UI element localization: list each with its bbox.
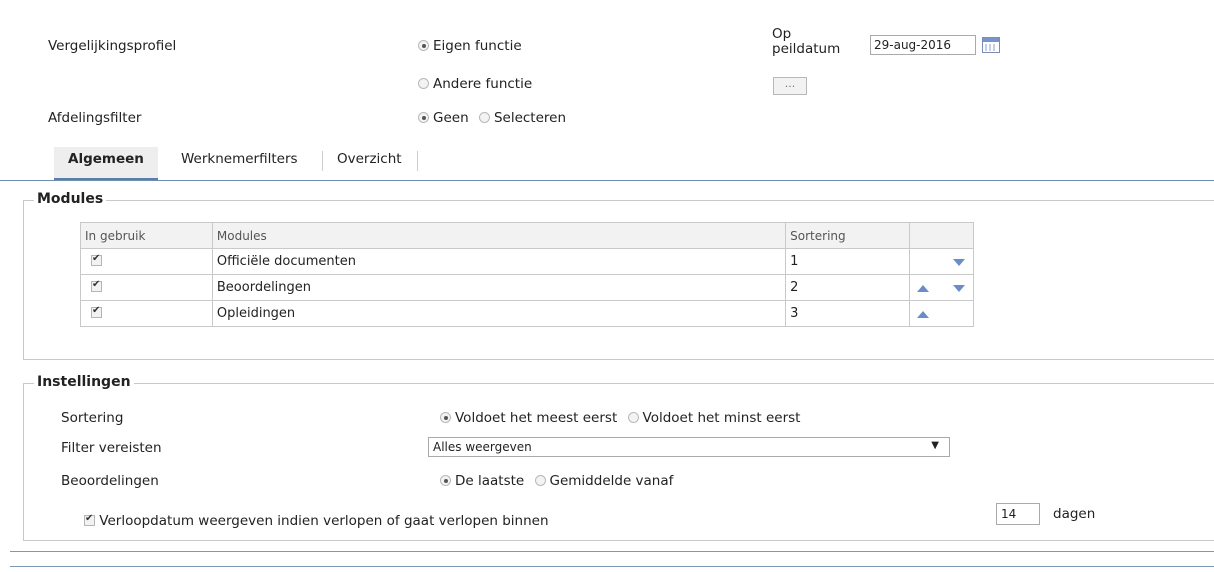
- radio-selected-icon[interactable]: [440, 412, 451, 423]
- other-function-option[interactable]: Andere functie: [418, 76, 532, 92]
- in-use-checkbox[interactable]: [91, 279, 102, 292]
- reviews-latest-label: De laatste: [455, 473, 525, 489]
- on-date-label-line1: Op: [772, 26, 792, 42]
- move-cell: [909, 274, 974, 301]
- move-up-icon[interactable]: [917, 311, 930, 318]
- sort-value: 1: [785, 248, 911, 275]
- expiry-label: Verloopdatum weergeven indien verlopen o…: [99, 513, 549, 529]
- days-input[interactable]: 14: [996, 503, 1040, 525]
- compare-profile-label: Vergelijkingsprofiel: [48, 38, 177, 54]
- tab-separator: [417, 151, 418, 171]
- sort-value: 2: [785, 274, 911, 301]
- sorting-least-label: Voldoet het minst eerst: [642, 410, 801, 426]
- dept-none-option[interactable]: Geen: [418, 110, 469, 126]
- reviews-average-label: Gemiddelde vanaf: [549, 473, 674, 489]
- radio-unselected-icon[interactable]: [627, 412, 639, 423]
- in-use-cell: [80, 300, 213, 327]
- in-use-checkbox[interactable]: [91, 253, 102, 266]
- sorting-most-option[interactable]: Voldoet het meest eerst: [440, 410, 617, 426]
- move-down-icon[interactable]: [953, 285, 966, 292]
- col-in-use: In gebruik: [80, 222, 213, 249]
- on-date-label-line2: peildatum: [772, 41, 841, 57]
- reviews-label: Beoordelingen: [61, 473, 159, 489]
- sorting-most-label: Voldoet het meest eerst: [455, 410, 618, 426]
- col-modules: Modules: [211, 222, 787, 249]
- tab-werknemerfilters[interactable]: Werknemerfilters: [181, 147, 298, 180]
- col-sortering: Sortering: [785, 222, 911, 249]
- modules-legend: Modules: [34, 191, 107, 207]
- none-label: Geen: [433, 110, 469, 126]
- table-row: Opleidingen 3: [80, 300, 974, 327]
- sorting-least-option[interactable]: Voldoet het minst eerst: [627, 410, 801, 426]
- tab-algemeen[interactable]: Algemeen: [54, 147, 158, 180]
- divider: [10, 566, 1214, 567]
- days-unit: dagen: [1053, 506, 1096, 522]
- divider: [10, 551, 1214, 552]
- dropdown-arrow-icon: ▼: [931, 440, 939, 451]
- select-label: Selecteren: [493, 110, 567, 126]
- filter-select[interactable]: Alles weergeven ▼: [428, 437, 950, 457]
- module-name: Officiële documenten: [211, 248, 787, 275]
- expiry-option[interactable]: Verloopdatum weergeven indien verlopen o…: [84, 513, 549, 529]
- expiry-checkbox[interactable]: [84, 513, 95, 526]
- reviews-options: De laatste Gemiddelde vanaf: [440, 473, 673, 489]
- department-filter-label: Afdelingsfilter: [48, 110, 142, 126]
- module-name: Opleidingen: [211, 300, 787, 327]
- filter-label: Filter vereisten: [61, 440, 162, 456]
- peildatum-input[interactable]: 29-aug-2016: [870, 35, 976, 55]
- other-function-label: Andere functie: [433, 76, 533, 92]
- on-date-label: Op peildatum: [772, 27, 840, 57]
- radio-unselected-icon[interactable]: [534, 475, 546, 486]
- table-header-row: In gebruik Modules Sortering: [80, 222, 974, 249]
- radio-selected-icon[interactable]: [418, 112, 429, 123]
- col-actions: [909, 222, 974, 249]
- tab-bar: Algemeen Werknemerfilters Overzicht: [0, 147, 1214, 181]
- tab-overzicht[interactable]: Overzicht: [337, 147, 402, 180]
- own-function-label: Eigen functie: [433, 38, 522, 54]
- dept-select-option[interactable]: Selecteren: [478, 110, 567, 126]
- move-cell: [909, 248, 974, 275]
- sort-value: 3: [785, 300, 911, 327]
- own-function-option[interactable]: Eigen functie: [418, 38, 522, 54]
- modules-table: In gebruik Modules Sortering Officiële d…: [80, 222, 974, 327]
- calendar-icon[interactable]: [982, 37, 1000, 53]
- table-row: Officiële documenten 1: [80, 248, 974, 275]
- tab-separator: [322, 151, 323, 171]
- sorting-options: Voldoet het meest eerst Voldoet het mins…: [440, 410, 800, 426]
- move-cell: [909, 300, 974, 327]
- table-row: Beoordelingen 2: [80, 274, 974, 301]
- radio-selected-icon[interactable]: [418, 40, 429, 51]
- settings-legend: Instellingen: [34, 374, 134, 390]
- reviews-average-option[interactable]: Gemiddelde vanaf: [534, 473, 674, 489]
- sorting-label: Sortering: [61, 410, 124, 426]
- radio-unselected-icon[interactable]: [418, 78, 429, 89]
- radio-unselected-icon[interactable]: [478, 112, 490, 123]
- radio-selected-icon[interactable]: [440, 475, 451, 486]
- dept-filter-options: Geen Selecteren: [418, 110, 566, 126]
- move-down-icon[interactable]: [953, 259, 966, 266]
- move-up-icon[interactable]: [917, 285, 930, 292]
- module-name: Beoordelingen: [211, 274, 787, 301]
- in-use-cell: [80, 274, 213, 301]
- in-use-checkbox[interactable]: [91, 305, 102, 318]
- in-use-cell: [80, 248, 213, 275]
- reviews-latest-option[interactable]: De laatste: [440, 473, 524, 489]
- more-options-button[interactable]: ...: [773, 77, 807, 95]
- filter-select-value: Alles weergeven: [433, 440, 532, 454]
